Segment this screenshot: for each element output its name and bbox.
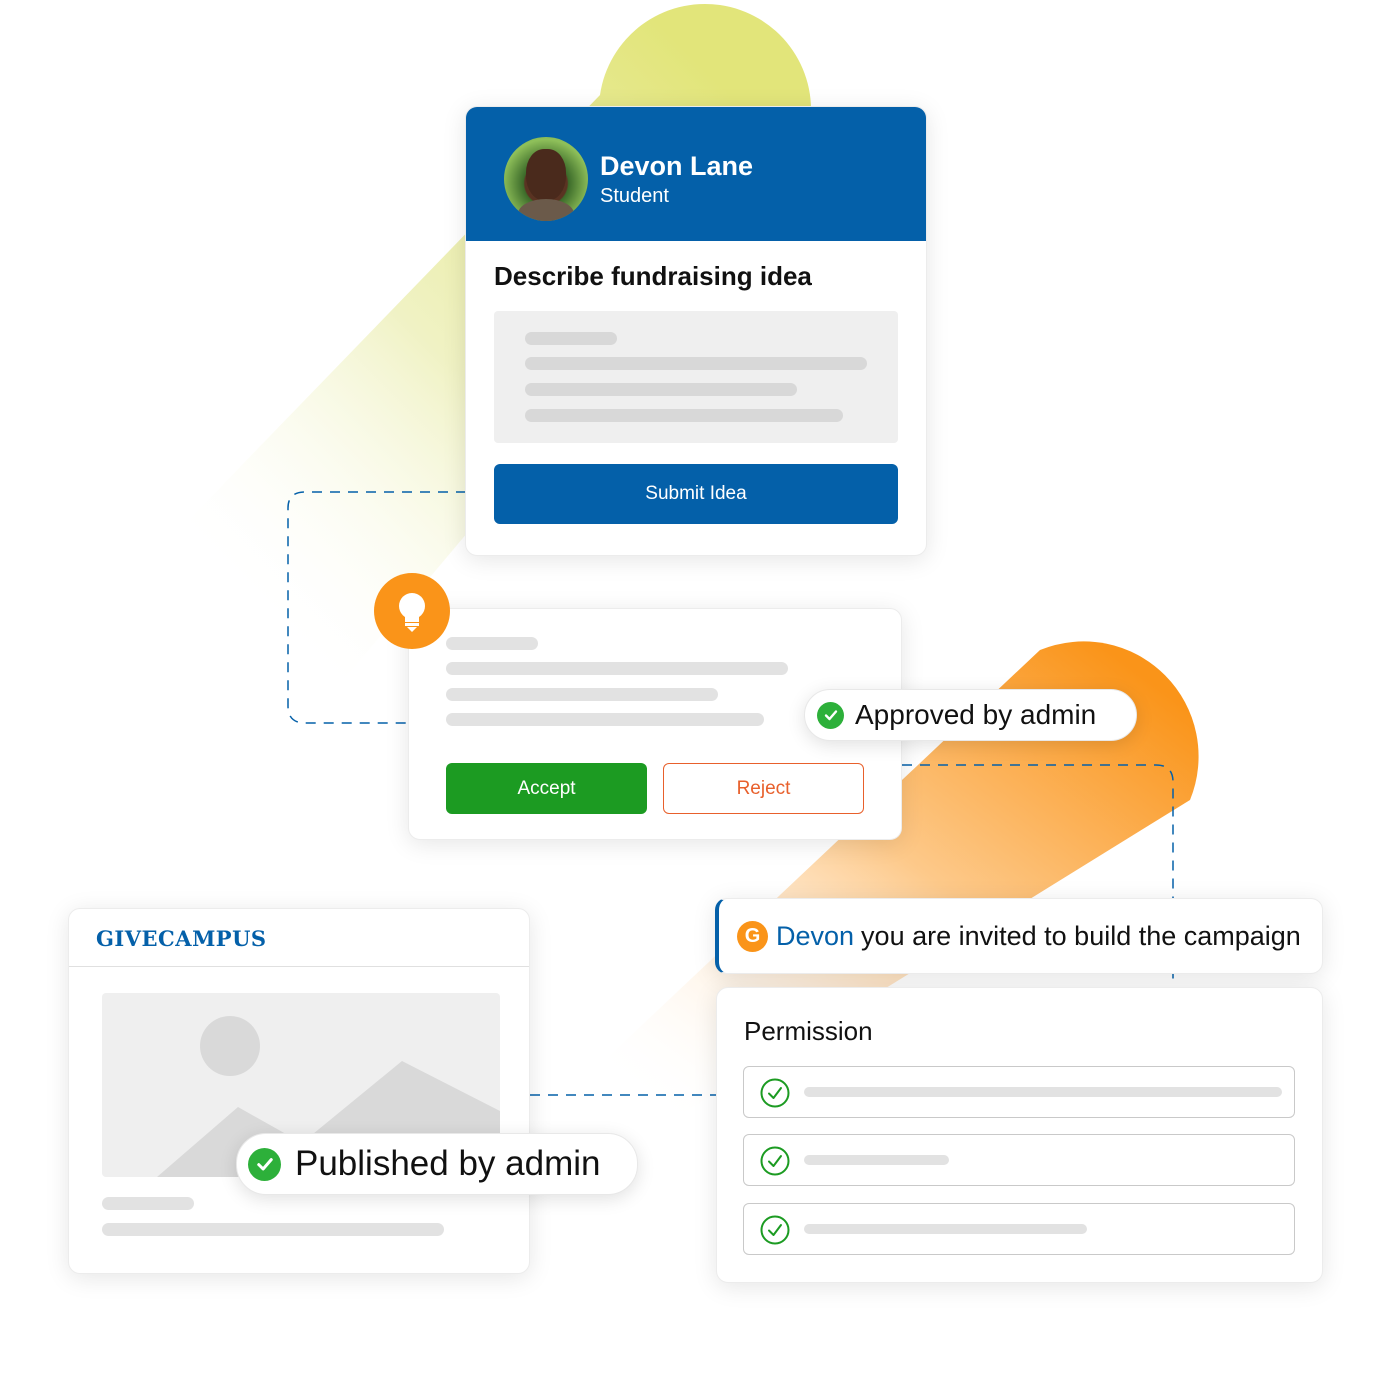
permission-item[interactable] [743, 1066, 1295, 1118]
accept-button[interactable]: Accept [446, 763, 647, 814]
skeleton-line [804, 1087, 1282, 1097]
check-circle-outline-icon [760, 1215, 790, 1245]
lightbulb-icon [374, 573, 450, 649]
permission-item[interactable] [743, 1134, 1295, 1186]
check-circle-icon [248, 1147, 281, 1181]
invite-notification[interactable]: G Devon you are invited to build the cam… [715, 898, 1323, 974]
published-status-badge: Published by admin [236, 1133, 638, 1195]
skeleton-line [525, 357, 867, 370]
check-circle-outline-icon [760, 1078, 790, 1108]
skeleton-line [804, 1155, 949, 1165]
permission-item[interactable] [743, 1203, 1295, 1255]
invite-message: you are invited to build the campaign [861, 920, 1301, 951]
skeleton-line [804, 1224, 1087, 1234]
submit-idea-button[interactable]: Submit Idea [494, 464, 898, 524]
permission-title: Permission [744, 1016, 873, 1046]
check-circle-outline-icon [760, 1146, 790, 1176]
skeleton-line [525, 409, 843, 422]
invite-name: Devon [776, 920, 855, 951]
avatar [504, 137, 588, 221]
givecampus-g-icon: G [737, 920, 768, 952]
reject-button[interactable]: Reject [663, 763, 864, 814]
skeleton-line [102, 1223, 444, 1236]
idea-textarea[interactable] [494, 311, 898, 443]
skeleton-line [102, 1197, 194, 1210]
idea-form-card: Devon Lane Student Describe fundraising … [465, 106, 927, 556]
skeleton-line [446, 662, 788, 675]
skeleton-line [446, 713, 764, 726]
user-name: Devon Lane [600, 151, 754, 181]
permission-card: Permission [716, 987, 1323, 1283]
approved-label: Approved by admin [855, 699, 1097, 730]
user-role: Student [600, 185, 669, 207]
check-circle-icon [817, 701, 844, 729]
user-header: Devon Lane Student [466, 107, 926, 241]
skeleton-line [525, 383, 797, 396]
published-label: Published by admin [295, 1144, 601, 1183]
skeleton-line [446, 688, 718, 701]
campaign-page-card: GIVECAMPUS [68, 908, 530, 1274]
approved-status-badge: Approved by admin [804, 689, 1137, 741]
skeleton-line [525, 332, 617, 345]
form-title: Describe fundraising idea [494, 261, 812, 291]
givecampus-logo: GIVECAMPUS [96, 926, 267, 951]
header-divider [69, 966, 529, 967]
skeleton-line [446, 637, 538, 650]
